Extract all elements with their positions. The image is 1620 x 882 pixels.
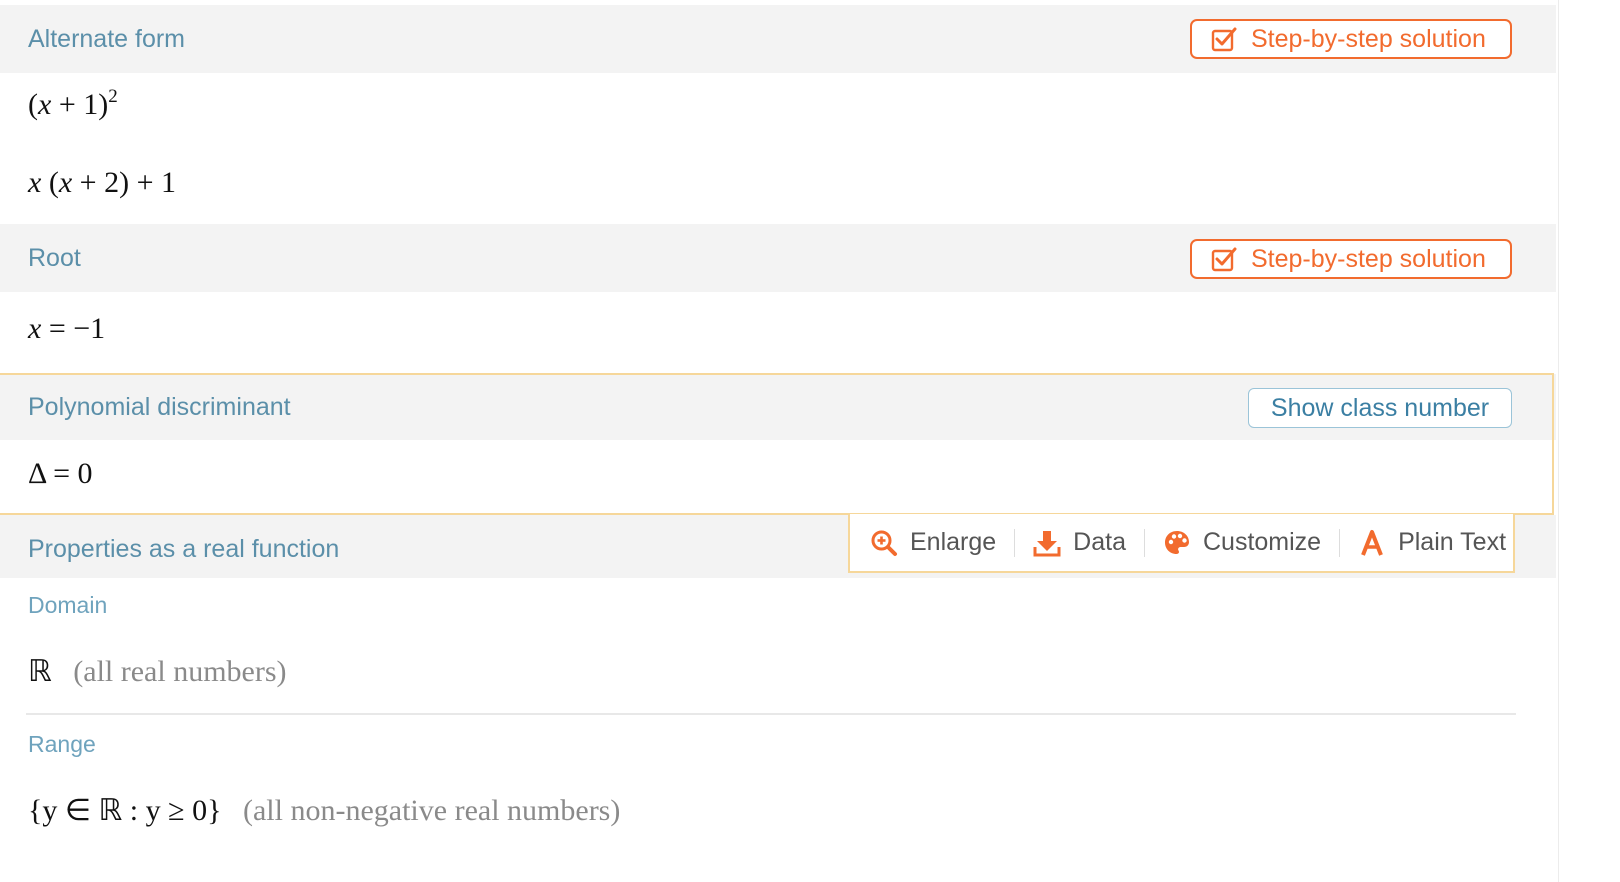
range-value: {y ∈ ℝ : y ≥ 0} <box>28 794 222 827</box>
step-by-step-button-alternate-form[interactable]: Step-by-step solution <box>1190 19 1512 59</box>
show-class-number-label: Show class number <box>1270 393 1490 422</box>
palette-icon <box>1164 530 1189 554</box>
plain-text-button[interactable]: Plain Text <box>1358 514 1506 571</box>
customize-button[interactable]: Customize <box>1163 514 1321 571</box>
data-label: Data <box>1073 528 1126 556</box>
step-button-label: Step-by-step solution <box>1251 24 1486 53</box>
discriminant-result: Δ = 0 <box>28 457 93 490</box>
plain-text-label: Plain Text <box>1398 528 1507 556</box>
data-button[interactable]: Data <box>1033 514 1126 571</box>
range-result: {y ∈ ℝ : y ≥ 0} (all non-negative real n… <box>28 793 620 828</box>
checked-box-icon <box>1211 27 1237 52</box>
zoom-in-icon <box>871 530 897 556</box>
toolbar-divider <box>1143 528 1145 557</box>
pod-title: Alternate form <box>28 25 186 53</box>
pod-title: Root <box>28 244 81 272</box>
enlarge-label: Enlarge <box>910 528 997 556</box>
letter-a-icon <box>1361 529 1383 556</box>
divider <box>26 713 1516 715</box>
step-button-label: Step-by-step solution <box>1251 244 1486 273</box>
root-result: x = −1 <box>28 312 106 345</box>
toolbar-divider <box>1014 528 1016 557</box>
range-label: Range <box>28 731 96 757</box>
domain-value: ℝ <box>28 655 52 688</box>
step-by-step-button-root[interactable]: Step-by-step solution <box>1190 239 1512 279</box>
alternate-form-result-1: (x + 1)2 <box>28 86 118 121</box>
right-gutter <box>1558 0 1620 882</box>
domain-label: Domain <box>28 592 108 618</box>
download-icon <box>1033 530 1061 556</box>
alternate-form-result-2: x (x + 2) + 1 <box>28 166 176 199</box>
pod-title: Polynomial discriminant <box>28 393 291 421</box>
results-page: Alternate form Step-by-step solution (x … <box>0 0 1620 882</box>
pod-title: Properties as a real function <box>28 535 340 563</box>
toolbar-divider <box>1339 528 1341 557</box>
checked-box-icon <box>1211 247 1237 272</box>
pod-toolbar: Enlarge Data Customize Plain Text <box>848 514 1515 573</box>
customize-label: Customize <box>1202 528 1322 556</box>
domain-note: (all real numbers) <box>73 655 287 688</box>
enlarge-button[interactable]: Enlarge <box>870 514 996 571</box>
domain-result: ℝ (all real numbers) <box>28 654 287 689</box>
show-class-number-button[interactable]: Show class number <box>1248 388 1512 428</box>
range-note: (all non-negative real numbers) <box>243 794 621 827</box>
